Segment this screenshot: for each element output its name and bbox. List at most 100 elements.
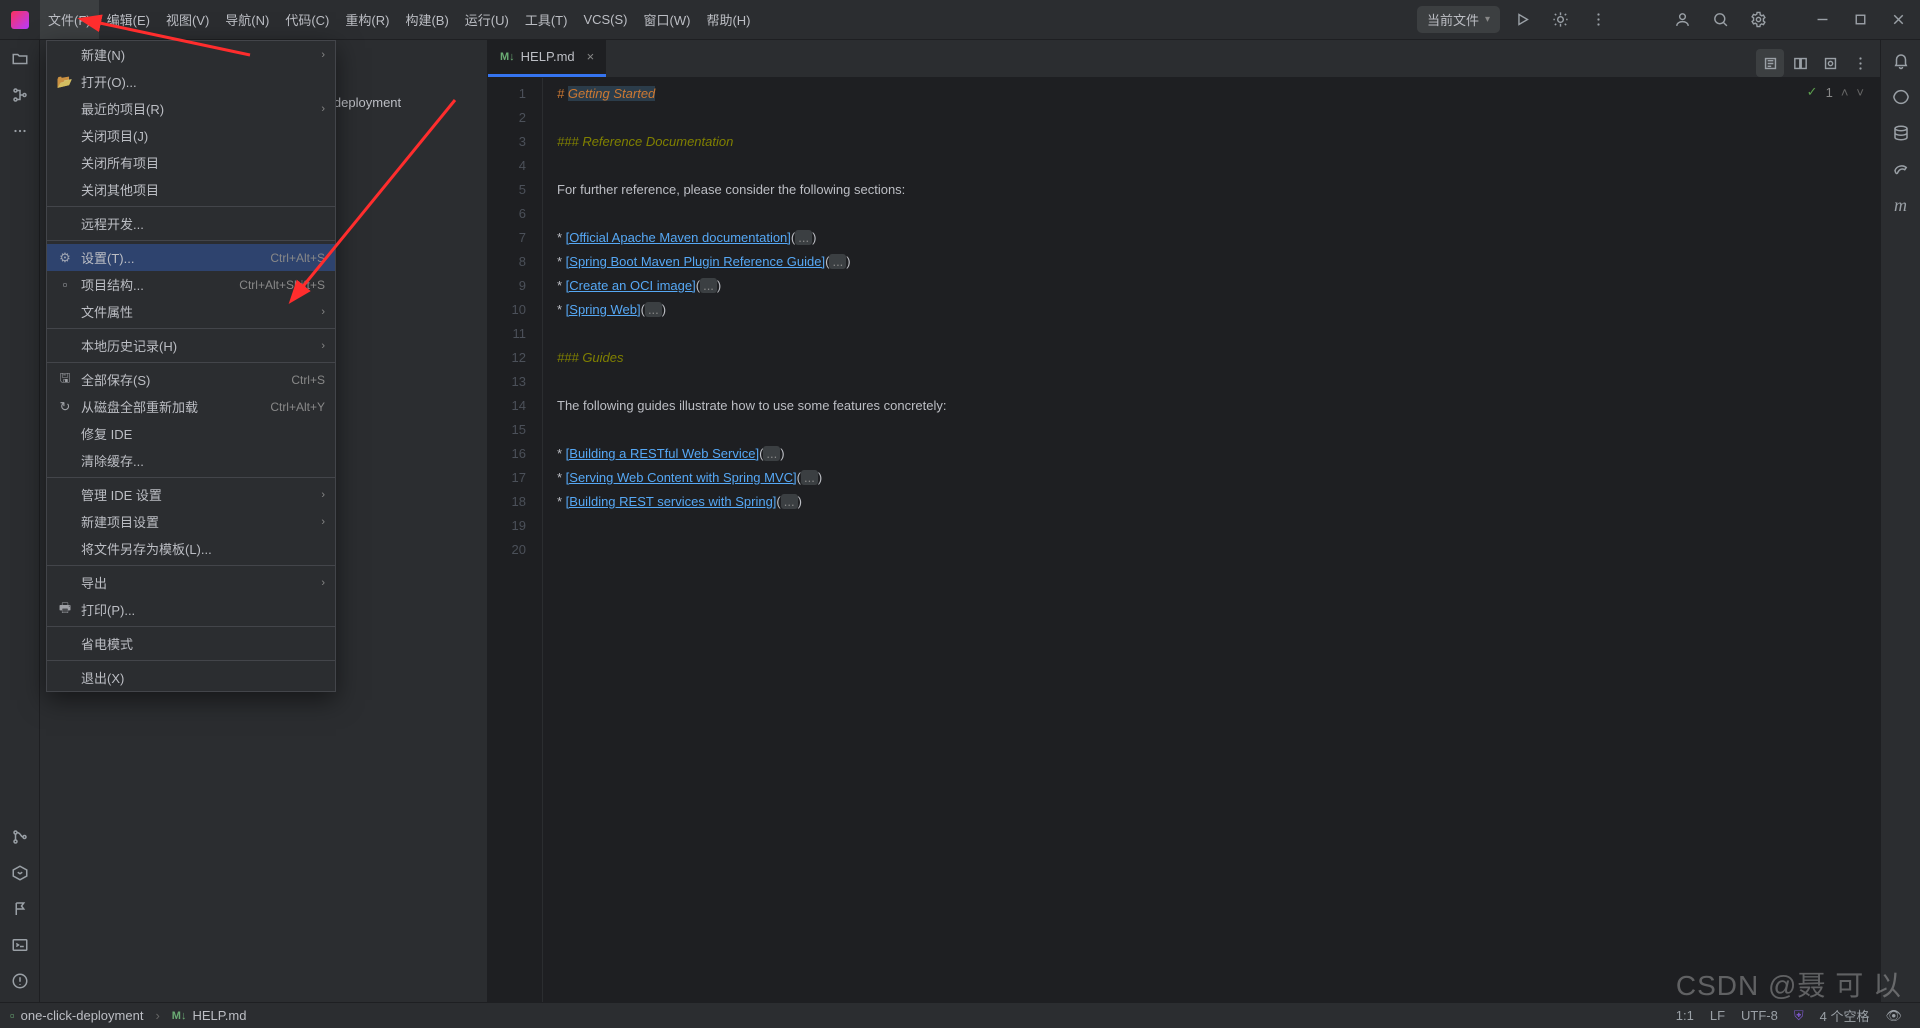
- structure-tool-icon[interactable]: [9, 84, 31, 106]
- editor-body[interactable]: ✓ 1 ˄ ˅ 1234567891011121314151617181920 …: [488, 78, 1880, 1002]
- breadcrumb-project[interactable]: one-click-deployment: [21, 1008, 144, 1023]
- notifications-icon[interactable]: [1890, 50, 1912, 72]
- close-window-icon[interactable]: [1882, 4, 1914, 36]
- caret-position[interactable]: 1:1: [1676, 1008, 1694, 1023]
- chevron-up-icon[interactable]: ˄: [1841, 85, 1849, 100]
- project-panel: -click-deployment 新建(N)› 📂打开(O)... 最近的项目…: [40, 40, 488, 1002]
- menu-tools[interactable]: 工具(T): [517, 0, 576, 39]
- menu-close-all-projects[interactable]: 关闭所有项目: [47, 149, 335, 176]
- chevron-right-icon: ›: [321, 489, 325, 501]
- menu-file[interactable]: 文件(F): [40, 0, 99, 39]
- chevron-right-icon: ›: [321, 340, 325, 352]
- maven-tool-icon[interactable]: m: [1890, 194, 1912, 216]
- menu-local-history[interactable]: 本地历史记录(H)›: [47, 332, 335, 359]
- more-icon[interactable]: [1582, 4, 1614, 36]
- file-encoding[interactable]: UTF-8: [1741, 1008, 1778, 1023]
- preview-only-view-icon[interactable]: [1816, 49, 1844, 77]
- maximize-icon[interactable]: [1844, 4, 1876, 36]
- terminal-tool-icon[interactable]: [9, 934, 31, 956]
- ai-assistant-icon[interactable]: [1890, 86, 1912, 108]
- chevron-right-icon: ›: [321, 103, 325, 115]
- account-icon[interactable]: [1666, 4, 1698, 36]
- menu-close-project[interactable]: 关闭项目(J): [47, 122, 335, 149]
- menu-help[interactable]: 帮助(H): [698, 0, 758, 39]
- menu-invalidate-caches[interactable]: 清除缓存...: [47, 447, 335, 474]
- chevron-down-icon: ▾: [1485, 14, 1490, 25]
- project-tool-icon[interactable]: [9, 48, 31, 70]
- menu-window[interactable]: 窗口(W): [636, 0, 699, 39]
- search-icon[interactable]: [1704, 4, 1736, 36]
- menu-manage-ide-settings[interactable]: 管理 IDE 设置›: [47, 481, 335, 508]
- shield-icon[interactable]: ⛨: [1794, 1008, 1804, 1024]
- menu-reload-disk[interactable]: ↻从磁盘全部重新加载Ctrl+Alt+Y: [47, 393, 335, 420]
- editor-more-icon[interactable]: [1846, 49, 1874, 77]
- code-content[interactable]: # Getting Started ### Reference Document…: [543, 78, 946, 1002]
- debug-icon[interactable]: [1544, 4, 1576, 36]
- menu-vcs[interactable]: VCS(S): [575, 0, 635, 39]
- menu-new[interactable]: 新建(N)›: [47, 41, 335, 68]
- markdown-icon: M↓: [500, 51, 515, 63]
- menu-recent[interactable]: 最近的项目(R)›: [47, 95, 335, 122]
- editor-only-view-icon[interactable]: [1756, 49, 1784, 77]
- menu-project-structure[interactable]: ▫项目结构...Ctrl+Alt+Shift+S: [47, 271, 335, 298]
- menu-power-save[interactable]: 省电模式: [47, 630, 335, 657]
- menu-remote-dev[interactable]: 远程开发...: [47, 210, 335, 237]
- services-tool-icon[interactable]: [9, 862, 31, 884]
- menu-new-project-settings[interactable]: 新建项目设置›: [47, 508, 335, 535]
- menu-edit[interactable]: 编辑(E): [99, 0, 158, 39]
- menu-open[interactable]: 📂打开(O)...: [47, 68, 335, 95]
- line-gutter: 1234567891011121314151617181920: [488, 78, 543, 1002]
- indent-info[interactable]: 4 个空格: [1820, 1006, 1870, 1025]
- minimize-icon[interactable]: [1806, 4, 1838, 36]
- menu-code[interactable]: 代码(C): [277, 0, 337, 39]
- menu-exit[interactable]: 退出(X): [47, 664, 335, 691]
- more-tools-icon[interactable]: [9, 120, 31, 142]
- problems-tool-icon[interactable]: [9, 970, 31, 992]
- menu-view[interactable]: 视图(V): [158, 0, 217, 39]
- close-icon[interactable]: ×: [587, 49, 595, 64]
- menu-bar: 文件(F) 编辑(E) 视图(V) 导航(N) 代码(C) 重构(R) 构建(B…: [40, 0, 758, 39]
- menu-repair-ide[interactable]: 修复 IDE: [47, 420, 335, 447]
- chevron-right-icon: ›: [155, 1008, 159, 1023]
- gear-icon: ⚙: [57, 250, 73, 266]
- menu-refactor[interactable]: 重构(R): [337, 0, 397, 39]
- inspection-widget[interactable]: ✓ 1 ˄ ˅: [1807, 84, 1864, 100]
- run-config-label: 当前文件: [1427, 10, 1479, 29]
- menu-save-as-template[interactable]: 将文件另存为模板(L)...: [47, 535, 335, 562]
- print-icon: 🖶: [57, 602, 73, 618]
- settings-icon[interactable]: [1742, 4, 1774, 36]
- menu-print[interactable]: 🖶打印(P)...: [47, 596, 335, 623]
- editor-tabs: M↓ HELP.md ×: [488, 40, 1880, 78]
- build-tool-icon[interactable]: [9, 898, 31, 920]
- reader-mode-icon[interactable]: 👁: [1885, 1008, 1902, 1024]
- chevron-down-icon[interactable]: ˅: [1856, 85, 1864, 100]
- tab-help-md[interactable]: M↓ HELP.md ×: [488, 39, 606, 77]
- menu-settings[interactable]: ⚙设置(T)...Ctrl+Alt+S: [47, 244, 335, 271]
- line-ending[interactable]: LF: [1710, 1008, 1725, 1023]
- menu-build[interactable]: 构建(B): [397, 0, 456, 39]
- gradle-tool-icon[interactable]: [1890, 158, 1912, 180]
- right-tool-rail: m: [1880, 40, 1920, 1002]
- menu-close-other-projects[interactable]: 关闭其他项目: [47, 176, 335, 203]
- markdown-icon: M↓: [172, 1010, 187, 1022]
- run-config-chip[interactable]: 当前文件 ▾: [1417, 6, 1500, 33]
- status-bar: ▫ one-click-deployment › M↓ HELP.md 1:1 …: [0, 1002, 1920, 1028]
- menu-file-properties[interactable]: 文件属性›: [47, 298, 335, 325]
- git-tool-icon[interactable]: [9, 826, 31, 848]
- split-view-icon[interactable]: [1786, 49, 1814, 77]
- project-structure-icon: ▫: [57, 277, 73, 293]
- chevron-right-icon: ›: [321, 516, 325, 528]
- menu-export[interactable]: 导出›: [47, 569, 335, 596]
- menu-navigate[interactable]: 导航(N): [217, 0, 277, 39]
- database-icon[interactable]: [1890, 122, 1912, 144]
- watermark-text: CSDN @聂 可 以: [1676, 964, 1902, 1004]
- editor-area: M↓ HELP.md × ✓ 1 ˄ ˅ 1234567891011121314…: [488, 40, 1880, 1002]
- tab-label: HELP.md: [521, 49, 575, 64]
- menu-run[interactable]: 运行(U): [457, 0, 517, 39]
- breadcrumb-file[interactable]: HELP.md: [192, 1008, 246, 1023]
- save-icon: 🖫: [57, 372, 73, 388]
- project-icon: ▫: [10, 1008, 15, 1023]
- menu-save-all[interactable]: 🖫全部保存(S)Ctrl+S: [47, 366, 335, 393]
- run-icon[interactable]: [1506, 4, 1538, 36]
- reload-icon: ↻: [57, 399, 73, 415]
